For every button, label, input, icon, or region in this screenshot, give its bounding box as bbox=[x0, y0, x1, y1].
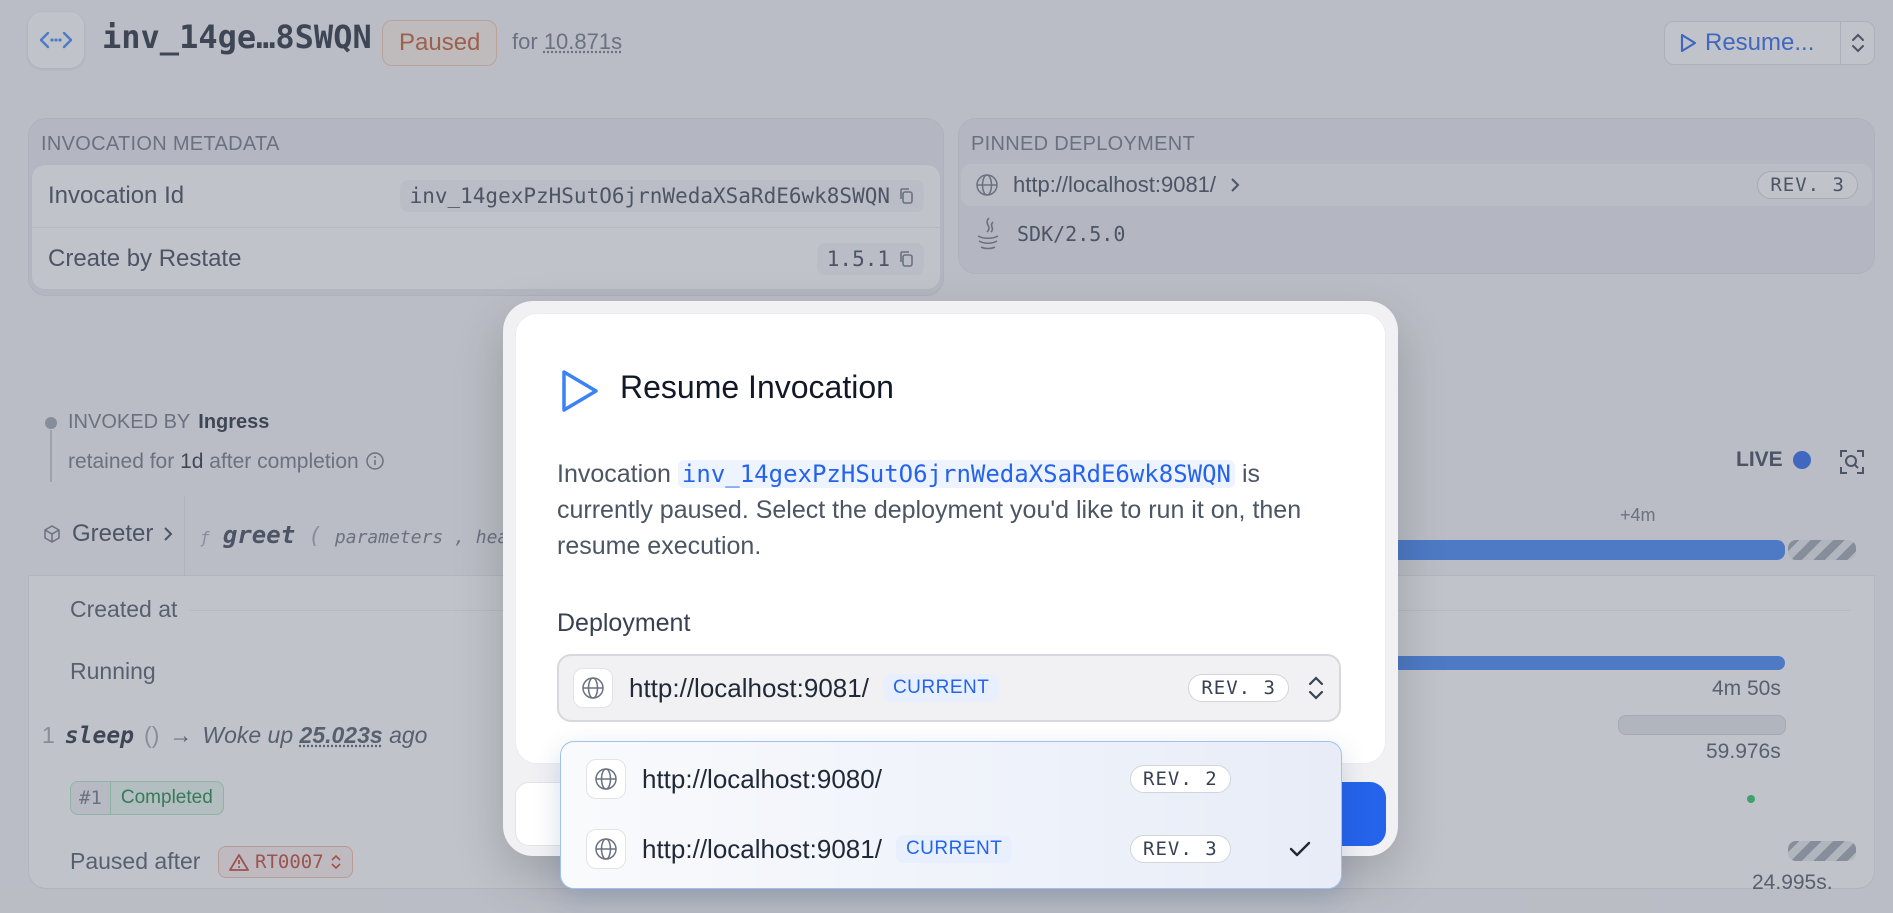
selected-deployment-url: http://localhost:9081/ bbox=[629, 672, 869, 703]
deployment-label: Deployment bbox=[557, 609, 691, 637]
check-icon bbox=[1289, 841, 1311, 857]
option-url: http://localhost:9081/ bbox=[642, 833, 882, 864]
revision-badge: REV. 3 bbox=[1188, 674, 1289, 702]
invocation-id-code: inv_14gexPzHSutO6jrnWedaXSaRdE6wk8SWQN bbox=[677, 460, 1235, 488]
current-tag: CURRENT bbox=[895, 835, 1013, 863]
globe-icon bbox=[573, 668, 613, 708]
option-url: http://localhost:9080/ bbox=[642, 763, 882, 794]
desc-prefix: Invocation bbox=[557, 460, 671, 488]
play-icon bbox=[558, 368, 600, 419]
current-tag: CURRENT bbox=[882, 674, 1000, 702]
deployment-option[interactable]: http://localhost:9081/ CURRENT REV. 3 bbox=[586, 826, 1311, 872]
deployment-option[interactable]: http://localhost:9080/ REV. 2 bbox=[586, 756, 1298, 802]
deployment-select[interactable]: http://localhost:9081/ CURRENT REV. 3 bbox=[557, 654, 1341, 722]
dialog-title: Resume Invocation bbox=[620, 369, 894, 405]
globe-icon bbox=[586, 829, 626, 869]
dialog-description: Invocation inv_14gexPzHSutO6jrnWedaXSaRd… bbox=[557, 456, 1357, 564]
chevron-updown-icon bbox=[1308, 676, 1324, 700]
revision-badge: REV. 2 bbox=[1130, 765, 1231, 793]
globe-icon bbox=[586, 759, 626, 799]
revision-badge: REV. 3 bbox=[1130, 835, 1231, 863]
